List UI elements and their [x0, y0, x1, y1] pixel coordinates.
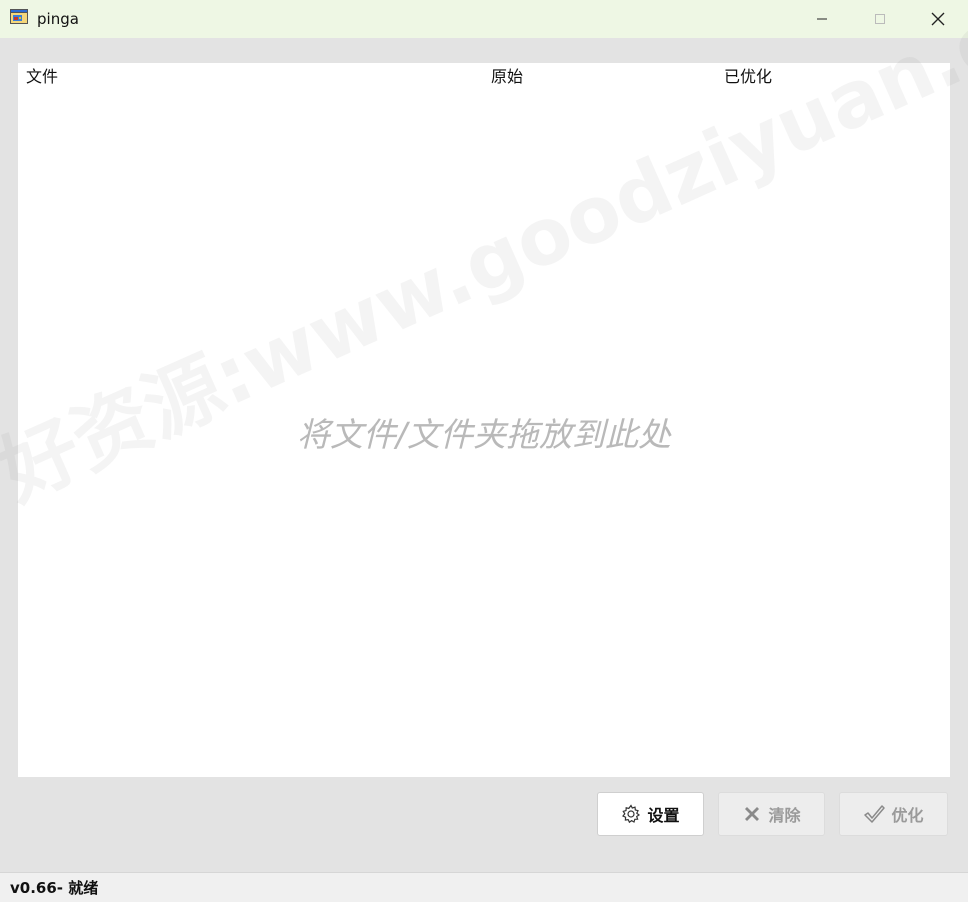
file-list-drop-area[interactable]: 文件 原始 已优化 将文件/文件夹拖放到此处: [18, 63, 950, 777]
close-icon: [931, 12, 945, 26]
app-window: pinga 文件 原始 已优化 将文件/文件夹拖放到此处 好资源:: [0, 0, 968, 902]
title-bar[interactable]: pinga: [0, 0, 968, 38]
cross-icon: [742, 804, 762, 824]
app-window-icon: [10, 9, 30, 27]
column-header-file[interactable]: 文件: [26, 67, 58, 87]
minimize-icon: [816, 13, 828, 25]
drop-hint-text: 将文件/文件夹拖放到此处: [296, 415, 672, 454]
gear-icon: [621, 804, 641, 824]
column-header-optimized[interactable]: 已优化: [724, 67, 772, 87]
settings-button-label: 设置: [647, 806, 680, 825]
status-text: v0.66- 就绪: [10, 879, 99, 897]
checkmark-icon: [863, 804, 886, 824]
maximize-button[interactable]: [851, 0, 909, 38]
clear-button[interactable]: 清除: [718, 792, 825, 836]
close-button[interactable]: [909, 0, 967, 38]
clear-button-label: 清除: [768, 806, 801, 825]
maximize-icon: [874, 13, 886, 25]
optimize-button-label: 优化: [891, 806, 924, 825]
settings-button[interactable]: 设置: [597, 792, 704, 836]
column-header-original[interactable]: 原始: [491, 67, 523, 87]
status-bar: v0.66- 就绪: [0, 872, 968, 902]
optimize-button[interactable]: 优化: [839, 792, 948, 836]
minimize-button[interactable]: [793, 0, 851, 38]
window-title: pinga: [37, 10, 79, 28]
